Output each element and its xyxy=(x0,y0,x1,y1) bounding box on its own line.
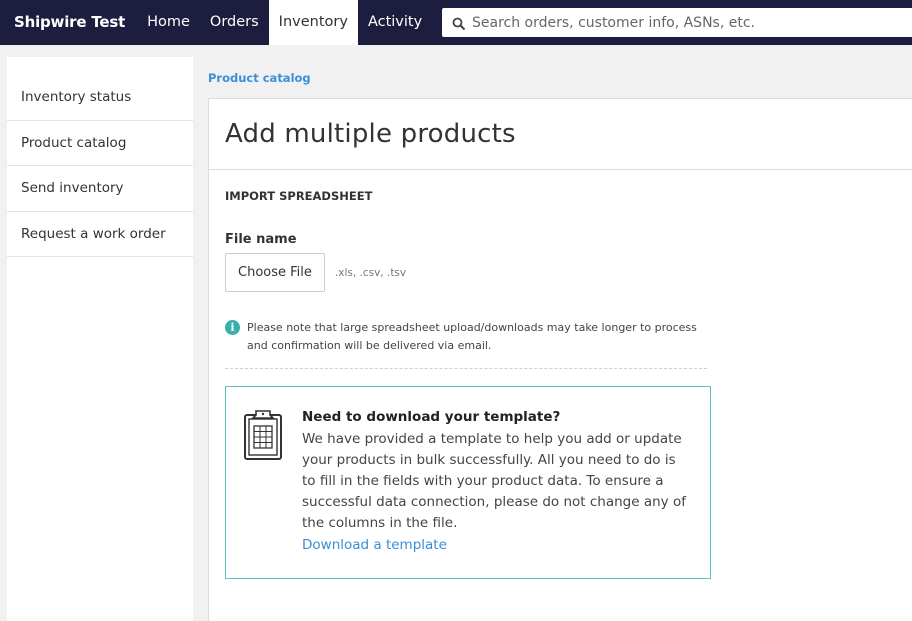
upload-note-text: Please note that large spreadsheet uploa… xyxy=(247,321,697,352)
search-icon xyxy=(452,16,466,30)
nav-item-home[interactable]: Home xyxy=(137,0,200,45)
choose-file-button[interactable]: Choose File xyxy=(225,253,325,292)
breadcrumb-product-catalog[interactable]: Product catalog xyxy=(208,71,311,85)
download-template-link[interactable]: Download a template xyxy=(302,537,447,553)
page-title: Add multiple products xyxy=(225,119,516,149)
top-nav-bar: Shipwire Test Home Orders Inventory Acti… xyxy=(0,0,912,45)
sidebar-item-request-work-order[interactable]: Request a work order xyxy=(7,212,193,257)
sidebar-item-product-catalog[interactable]: Product catalog xyxy=(7,121,193,166)
template-text-block: Need to download your template? We have … xyxy=(302,409,690,578)
brand-logo-text[interactable]: Shipwire Test xyxy=(0,0,137,45)
info-icon: i xyxy=(225,320,240,335)
nav-item-activity[interactable]: Activity xyxy=(358,0,432,45)
nav-item-inventory[interactable]: Inventory xyxy=(268,0,358,45)
dashed-divider xyxy=(225,368,707,369)
file-name-label: File name xyxy=(225,232,297,247)
clipboard-spreadsheet-icon xyxy=(242,409,284,461)
file-input-row: Choose File .xls, .csv, .tsv xyxy=(225,253,406,292)
sidebar-item-inventory-status[interactable]: Inventory status xyxy=(7,75,193,121)
search-input[interactable] xyxy=(472,14,892,31)
sidebar: Inventory status Product catalog Send in… xyxy=(7,57,193,621)
card-header: Add multiple products xyxy=(209,99,912,170)
main-card: Add multiple products IMPORT SPREADSHEET… xyxy=(208,98,912,621)
sidebar-item-send-inventory[interactable]: Send inventory xyxy=(7,166,193,212)
template-download-box: Need to download your template? We have … xyxy=(225,386,711,579)
template-description: We have provided a template to help you … xyxy=(302,431,686,531)
import-section-heading: IMPORT SPREADSHEET xyxy=(225,189,373,203)
global-search-box xyxy=(442,8,912,37)
template-title: Need to download your template? xyxy=(302,409,561,425)
nav-item-orders[interactable]: Orders xyxy=(200,0,269,45)
upload-note: i Please note that large spreadsheet upl… xyxy=(225,319,715,355)
file-types-hint: .xls, .csv, .tsv xyxy=(334,266,407,279)
